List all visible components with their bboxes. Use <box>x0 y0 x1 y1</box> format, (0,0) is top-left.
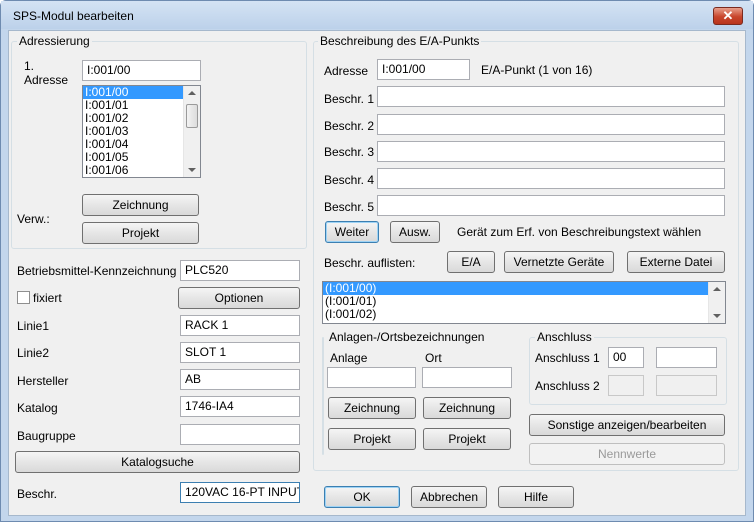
dialog-body: Adressierung 1. Adresse I:001/00 I:001/0… <box>8 30 746 516</box>
conn1-field-b[interactable] <box>656 347 717 368</box>
help-button[interactable]: Hilfe <box>498 486 574 508</box>
manufacturer-label: Hersteller <box>17 374 69 388</box>
point-list-item[interactable]: (I:001/01) <box>323 295 725 308</box>
misc-edit-button[interactable]: Sonstige anzeigen/bearbeiten <box>529 414 725 436</box>
cancel-button[interactable]: Abbrechen <box>411 486 487 508</box>
options-button[interactable]: Optionen <box>178 287 300 309</box>
assembly-label: Baugruppe <box>17 429 76 443</box>
line2-field[interactable]: SLOT 1 <box>180 342 300 363</box>
equipment-field[interactable]: PLC520 <box>180 260 300 281</box>
catalog-field[interactable]: 1746-IA4 <box>180 396 300 417</box>
scroll-down-icon[interactable] <box>188 168 196 172</box>
connection-group-label: Anschluss <box>535 330 594 344</box>
io-address-field[interactable]: I:001/00 <box>377 59 470 80</box>
location-drawing-button[interactable]: Zeichnung <box>423 397 511 419</box>
addressing-project-button[interactable]: Projekt <box>82 222 199 244</box>
assembly-field[interactable] <box>180 424 300 445</box>
list-io-button[interactable]: E/A <box>447 251 495 273</box>
point-list-item[interactable]: (I:001/02) <box>323 308 725 321</box>
plant-field[interactable] <box>327 367 416 388</box>
scroll-thumb[interactable] <box>186 104 198 128</box>
manufacturer-field[interactable]: AB <box>180 369 300 390</box>
location-field[interactable] <box>422 367 512 388</box>
ok-button[interactable]: OK <box>324 486 400 508</box>
conn1-index: 1 <box>593 351 600 365</box>
point-list-scrollbar[interactable] <box>708 282 725 323</box>
fixed-checkbox[interactable] <box>17 291 30 304</box>
descr-field[interactable]: 120VAC 16-PT INPUT <box>180 482 300 503</box>
select-button[interactable]: Ausw. <box>390 221 440 243</box>
dialog-window: SPS-Modul bearbeiten ✕ Adressierung 1. A… <box>0 0 754 522</box>
conn2-label: Anschluss <box>535 379 590 393</box>
descr2-field[interactable] <box>377 114 725 135</box>
point-list-item[interactable]: (I:001/00) <box>323 282 725 295</box>
addressing-group-label: Adressierung <box>17 34 92 48</box>
nominal-values-button: Nennwerte <box>529 443 725 465</box>
verw-label: Verw.: <box>17 212 50 226</box>
descr3-field[interactable] <box>377 141 725 162</box>
scroll-up-icon[interactable] <box>188 91 196 95</box>
plant-location-group-label: Anlagen-/Ortsbezeichnungen <box>327 330 487 344</box>
first-address-label: 1. Adresse <box>24 59 69 87</box>
catalog-search-button[interactable]: Katalogsuche <box>15 451 300 473</box>
line1-label: Linie1 <box>17 319 50 333</box>
address-list-scrollbar[interactable] <box>183 86 200 177</box>
descr2-label: Beschr. 2 <box>324 119 375 133</box>
descr5-label: Beschr. 5 <box>324 200 375 214</box>
fixed-label: fixiert <box>33 291 62 305</box>
descr4-field[interactable] <box>377 168 725 189</box>
next-button[interactable]: Weiter <box>325 221 379 243</box>
descr1-label: Beschr. 1 <box>324 92 375 106</box>
descr3-label: Beschr. 3 <box>324 145 375 159</box>
first-address-field[interactable]: I:001/00 <box>82 60 201 81</box>
scroll-down-icon[interactable] <box>713 314 721 318</box>
title-bar[interactable]: SPS-Modul bearbeiten ✕ <box>1 1 753 29</box>
addressing-drawing-button[interactable]: Zeichnung <box>82 194 199 216</box>
descr1-field[interactable] <box>377 86 725 107</box>
plant-location-group <box>322 337 324 455</box>
window-title: SPS-Modul bearbeiten <box>13 9 134 23</box>
point-listbox[interactable]: (I:001/00) (I:001/01) (I:001/02) <box>322 281 726 324</box>
point-list-items: (I:001/00) (I:001/01) (I:001/02) <box>323 282 725 321</box>
descr4-label: Beschr. 4 <box>324 173 375 187</box>
address-listbox[interactable]: I:001/00 I:001/01 I:001/02 I:001/03 I:001/04… <box>82 85 201 178</box>
location-project-button[interactable]: Projekt <box>423 428 511 450</box>
conn2-field-a <box>608 375 644 396</box>
io-description-group-label: Beschreibung des E/A-Punkts <box>318 34 482 48</box>
list-external-button[interactable]: Externe Datei <box>627 251 725 273</box>
conn2-field-b <box>656 375 717 396</box>
conn1-label: Anschluss <box>535 351 590 365</box>
line1-field[interactable]: RACK 1 <box>180 315 300 336</box>
descr5-field[interactable] <box>377 195 725 216</box>
scroll-up-icon[interactable] <box>713 287 721 291</box>
io-address-label: Adresse <box>324 64 369 78</box>
list-networked-button[interactable]: Vernetzte Geräte <box>504 251 614 273</box>
equipment-label: Betriebsmittel-Kennzeichnung <box>17 264 177 278</box>
address-list-item[interactable]: I:001/07 <box>85 177 128 178</box>
descr-label: Beschr. <box>17 487 58 501</box>
conn1-field-a[interactable]: 00 <box>608 347 644 368</box>
close-button[interactable]: ✕ <box>713 7 743 25</box>
line2-label: Linie2 <box>17 346 50 360</box>
plant-drawing-button[interactable]: Zeichnung <box>328 397 416 419</box>
plant-label: Anlage <box>330 351 368 365</box>
io-point-info: E/A-Punkt (1 von 16) <box>481 63 593 77</box>
catalog-label: Katalog <box>17 401 58 415</box>
conn2-index: 2 <box>593 379 600 393</box>
select-hint: Gerät zum Erf. von Beschreibungstext wäh… <box>457 225 702 239</box>
list-descr-label: Beschr. auflisten: <box>324 256 416 270</box>
plant-project-button[interactable]: Projekt <box>328 428 416 450</box>
location-label: Ort <box>425 351 442 365</box>
